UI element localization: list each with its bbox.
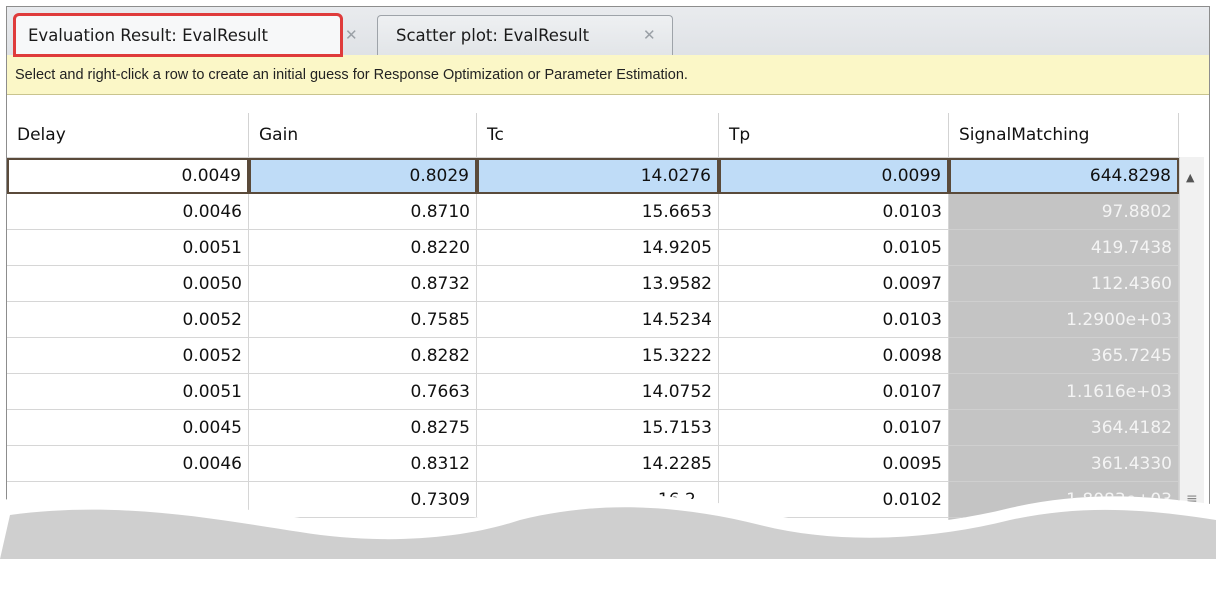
cell-signalmatching[interactable]: 361.4330: [949, 446, 1179, 482]
cell-signalmatching[interactable]: 1.1616e+03: [949, 374, 1179, 410]
cell-gain[interactable]: 0.7585: [249, 302, 477, 338]
table-row[interactable]: 0.0046 0.8710 15.6653 0.0103 97.8802: [7, 194, 1179, 230]
cell-delay[interactable]: 0.0052: [7, 338, 249, 374]
info-banner: Select and right-click a row to create a…: [7, 55, 1209, 95]
cell-signalmatching[interactable]: 112.4360: [949, 266, 1179, 302]
table-row[interactable]: 0.0052 0.7585 14.5234 0.0103 1.2900e+03: [7, 302, 1179, 338]
table-row[interactable]: 0.0052 0.8282 15.3222 0.0098 365.7245: [7, 338, 1179, 374]
table-row[interactable]: 0.0045 0.8275 15.7153 0.0107 364.4182: [7, 410, 1179, 446]
cell-tc[interactable]: 15.6653: [477, 194, 719, 230]
table-row[interactable]: 0.0049 0.8029 14.0276 0.0099 644.8298: [7, 158, 1179, 194]
cell-gain[interactable]: 0.8710: [249, 194, 477, 230]
cell-tp[interactable]: 0.0107: [719, 374, 949, 410]
cell-signalmatching[interactable]: 644.8298: [949, 158, 1179, 194]
cell-tp[interactable]: 0.0105: [719, 230, 949, 266]
cell-signalmatching[interactable]: 419.7438: [949, 230, 1179, 266]
cell-tc[interactable]: 14.0752: [477, 374, 719, 410]
tab-label: Scatter plot: EvalResult: [396, 26, 590, 45]
tab-strip: Evaluation Result: EvalResult ✕ Scatter …: [7, 7, 1209, 56]
cell-delay[interactable]: 0.0050: [7, 266, 249, 302]
close-icon[interactable]: ✕: [643, 15, 656, 55]
column-header-signalmatching[interactable]: SignalMatching: [949, 113, 1179, 157]
cell-gain[interactable]: 0.8029: [249, 158, 477, 194]
cell-tc[interactable]: 14.2285: [477, 446, 719, 482]
cell-tp[interactable]: 0.0099: [719, 158, 949, 194]
cell-gain[interactable]: 0.7309: [249, 482, 477, 518]
cell-tp[interactable]: 0.0103: [719, 302, 949, 338]
cell-signalmatching[interactable]: 1.2900e+03: [949, 302, 1179, 338]
table-body: 0.0049 0.8029 14.0276 0.0099 644.8298 0.0046 0…: [7, 158, 1179, 554]
column-header-gain[interactable]: Gain: [249, 113, 477, 157]
cell-gain[interactable]: 0.8282: [249, 338, 477, 374]
cell-tc[interactable]: 14.9205: [477, 230, 719, 266]
table-row[interactable]: 0.0051 0.7663 14.0752 0.0107 1.1616e+03: [7, 374, 1179, 410]
cell-delay[interactable]: 0.0052: [7, 302, 249, 338]
table-row[interactable]: 0.0050 0.8732 13.9582 0.0097 112.4360: [7, 266, 1179, 302]
cell-tp[interactable]: 0.0103: [719, 194, 949, 230]
cell-tp[interactable]: 0.0107: [719, 410, 949, 446]
tab-label: Evaluation Result: EvalResult: [28, 26, 268, 45]
arrow-up-icon[interactable]: ▲: [1186, 171, 1194, 184]
cell-tc[interactable]: 13.9582: [477, 266, 719, 302]
cell-tp[interactable]: 0.0098: [719, 338, 949, 374]
cell-signalmatching[interactable]: 97.8802: [949, 194, 1179, 230]
cell-signalmatching[interactable]: 365.7245: [949, 338, 1179, 374]
cell-delay[interactable]: 0.0051: [7, 374, 249, 410]
cell-tp[interactable]: 0.0097: [719, 266, 949, 302]
cell-tc[interactable]: 15.3222: [477, 338, 719, 374]
banner-text: Select and right-click a row to create a…: [15, 66, 688, 83]
cell-tc[interactable]: 14.0276: [477, 158, 719, 194]
close-icon[interactable]: ✕: [345, 15, 358, 55]
tab-evaluation-result[interactable]: Evaluation Result: EvalResult: [15, 15, 341, 55]
cell-gain[interactable]: 0.7663: [249, 374, 477, 410]
tab-scatter-plot[interactable]: Scatter plot: EvalResult: [377, 15, 673, 55]
cell-signalmatching[interactable]: 364.4182: [949, 410, 1179, 446]
cell-delay[interactable]: 0.0051: [7, 230, 249, 266]
cell-tp[interactable]: 0.0095: [719, 446, 949, 482]
cell-gain[interactable]: 0.8732: [249, 266, 477, 302]
cell-delay[interactable]: 0.0045: [7, 410, 249, 446]
cell-tc[interactable]: 14.5234: [477, 302, 719, 338]
column-header-tc[interactable]: Tc: [477, 113, 719, 157]
cell-delay[interactable]: 0.0046: [7, 446, 249, 482]
table-header: Delay Gain Tc Tp SignalMatching: [7, 113, 1179, 158]
cell-delay[interactable]: 0.0049: [7, 158, 249, 194]
cell-delay[interactable]: 0.0046: [7, 194, 249, 230]
app-window: Evaluation Result: EvalResult ✕ Scatter …: [0, 0, 1218, 559]
column-header-delay[interactable]: Delay: [7, 113, 249, 157]
cell-gain[interactable]: 0.8220: [249, 230, 477, 266]
cell-gain[interactable]: 0.8312: [249, 446, 477, 482]
cell-tc[interactable]: 15.7153: [477, 410, 719, 446]
table-row[interactable]: 0.0051 0.8220 14.9205 0.0105 419.7438: [7, 230, 1179, 266]
column-header-tp[interactable]: Tp: [719, 113, 949, 157]
cell-gain[interactable]: 0.8275: [249, 410, 477, 446]
results-table[interactable]: Delay Gain Tc Tp SignalMatching 0.0049 0.…: [7, 113, 1179, 554]
table-row[interactable]: 0.0046 0.8312 14.2285 0.0095 361.4330: [7, 446, 1179, 482]
